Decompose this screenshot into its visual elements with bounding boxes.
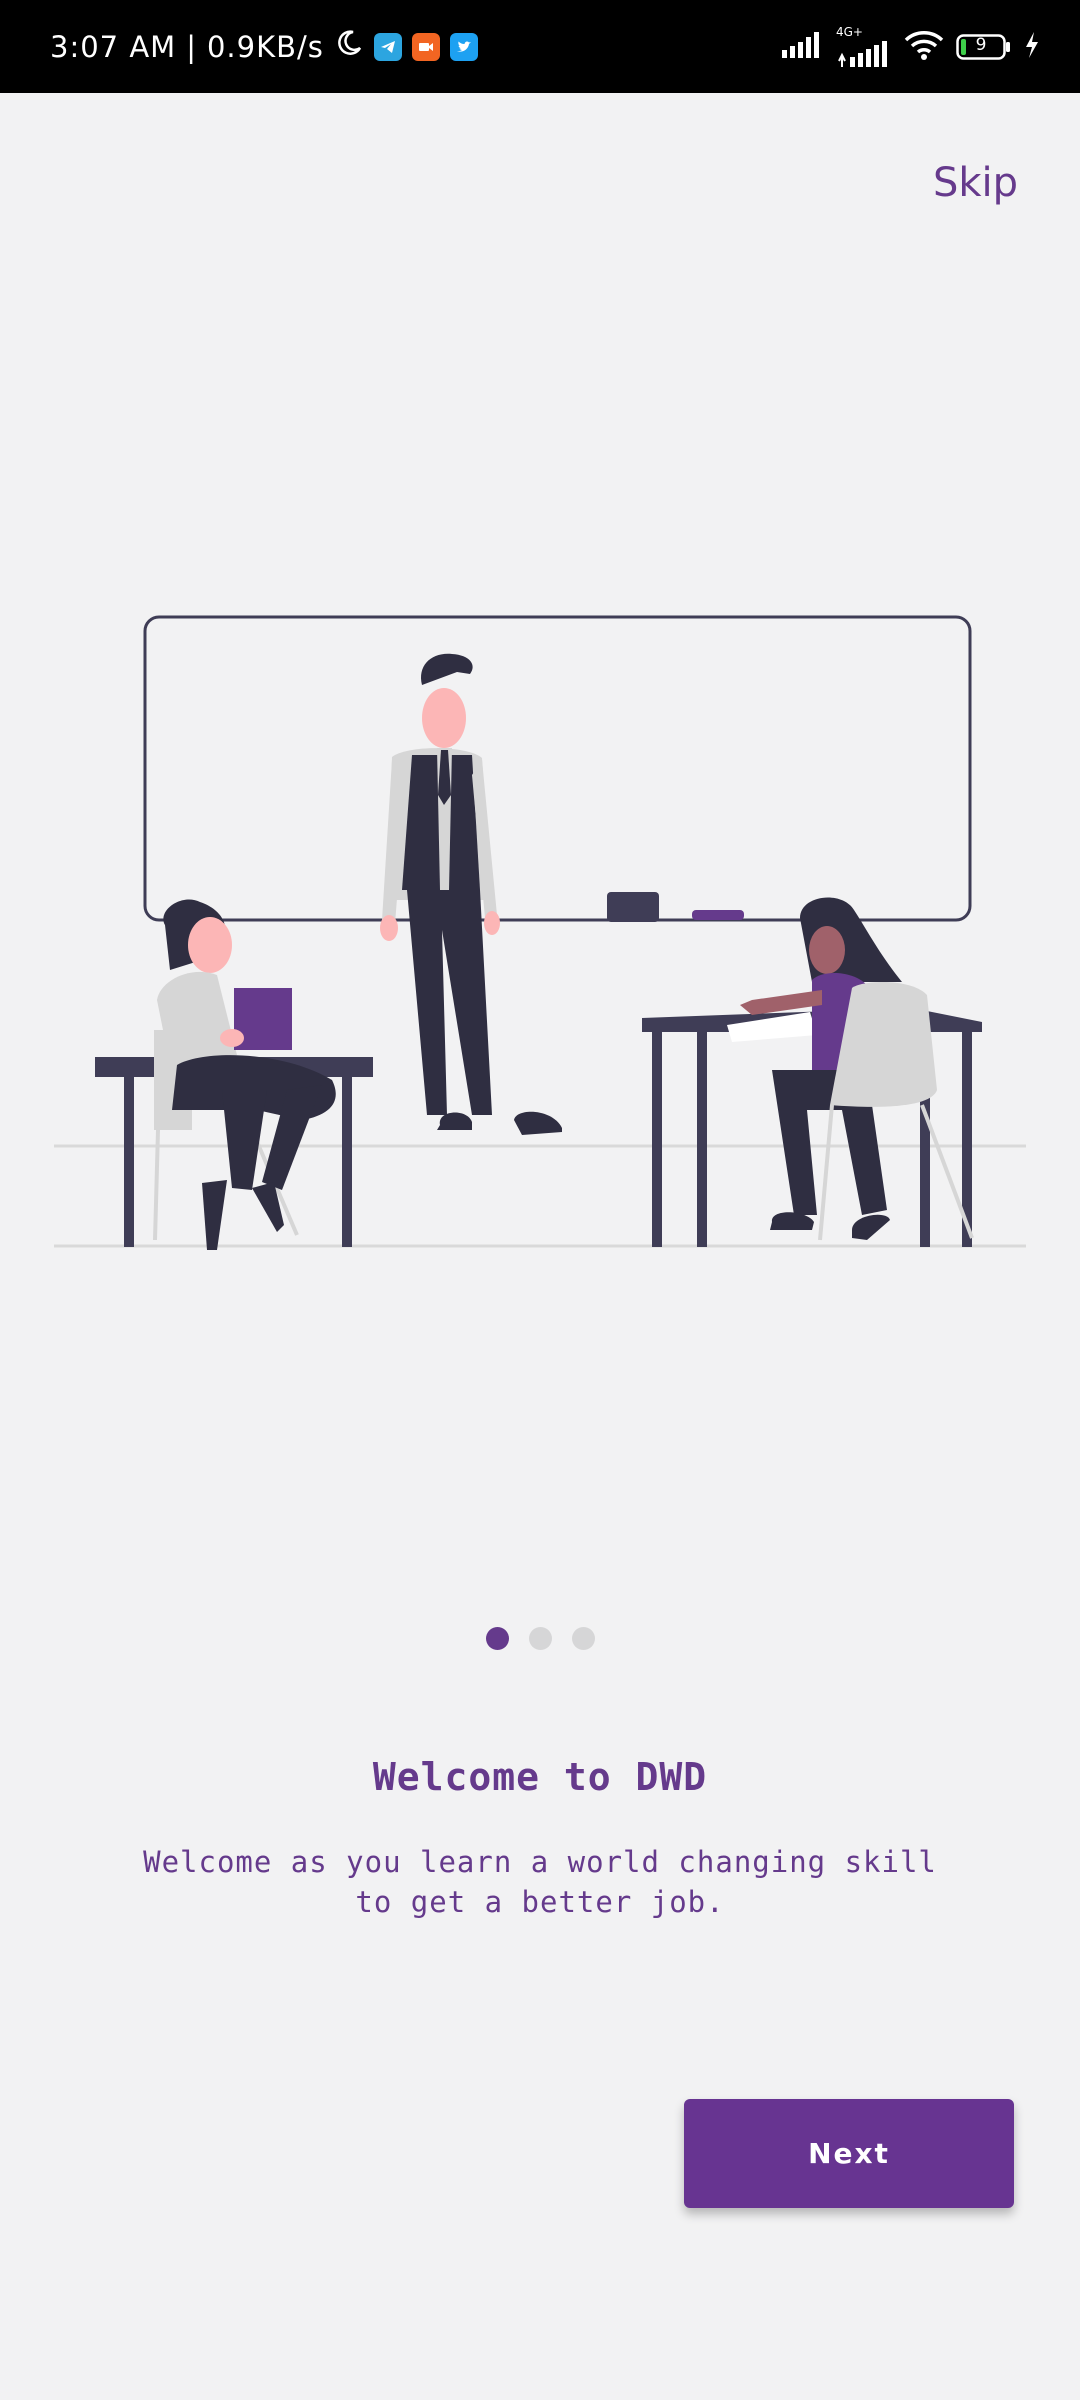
signal-icon [782, 31, 824, 62]
status-separator: | [186, 29, 197, 64]
onboarding-subtitle: Welcome as you learn a world changing sk… [140, 1842, 940, 1922]
next-button-label: Next [808, 2137, 890, 2170]
subtitle-line-2: to get a better job. [355, 1885, 725, 1919]
telegram-icon [373, 32, 402, 61]
skip-button[interactable]: Skip [933, 160, 1018, 206]
page-dot-2[interactable] [528, 1627, 552, 1650]
battery-icon: 9 [956, 33, 1012, 60]
page-dot-1[interactable] [485, 1627, 509, 1650]
status-left: 3:07 AM | 0.9KB/s [50, 0, 478, 93]
onboarding-title: Welcome to DWD [372, 1755, 708, 1799]
signal-4g-icon: 4G+ [836, 24, 892, 67]
network-type: 4G+ [836, 24, 863, 39]
network-speed: 0.9KB/s [206, 29, 324, 64]
status-right: 4G+ 9 [782, 0, 1040, 93]
battery-level: 9 [975, 34, 987, 55]
charging-icon [1024, 31, 1040, 62]
video-app-icon [411, 32, 440, 61]
subtitle-line-1: Welcome as you learn a world changing sk… [143, 1845, 937, 1879]
status-time: 3:07 AM [50, 29, 177, 64]
page-dot-3[interactable] [571, 1627, 595, 1650]
page-indicator [0, 1627, 1080, 1650]
status-bar: 3:07 AM | 0.9KB/s 4G+ 9 [0, 0, 1080, 93]
twitter-icon [449, 32, 478, 61]
next-button[interactable]: Next [684, 2099, 1014, 2208]
wifi-icon [904, 30, 944, 64]
moon-icon [334, 28, 364, 65]
classroom-illustration [54, 615, 1026, 1250]
